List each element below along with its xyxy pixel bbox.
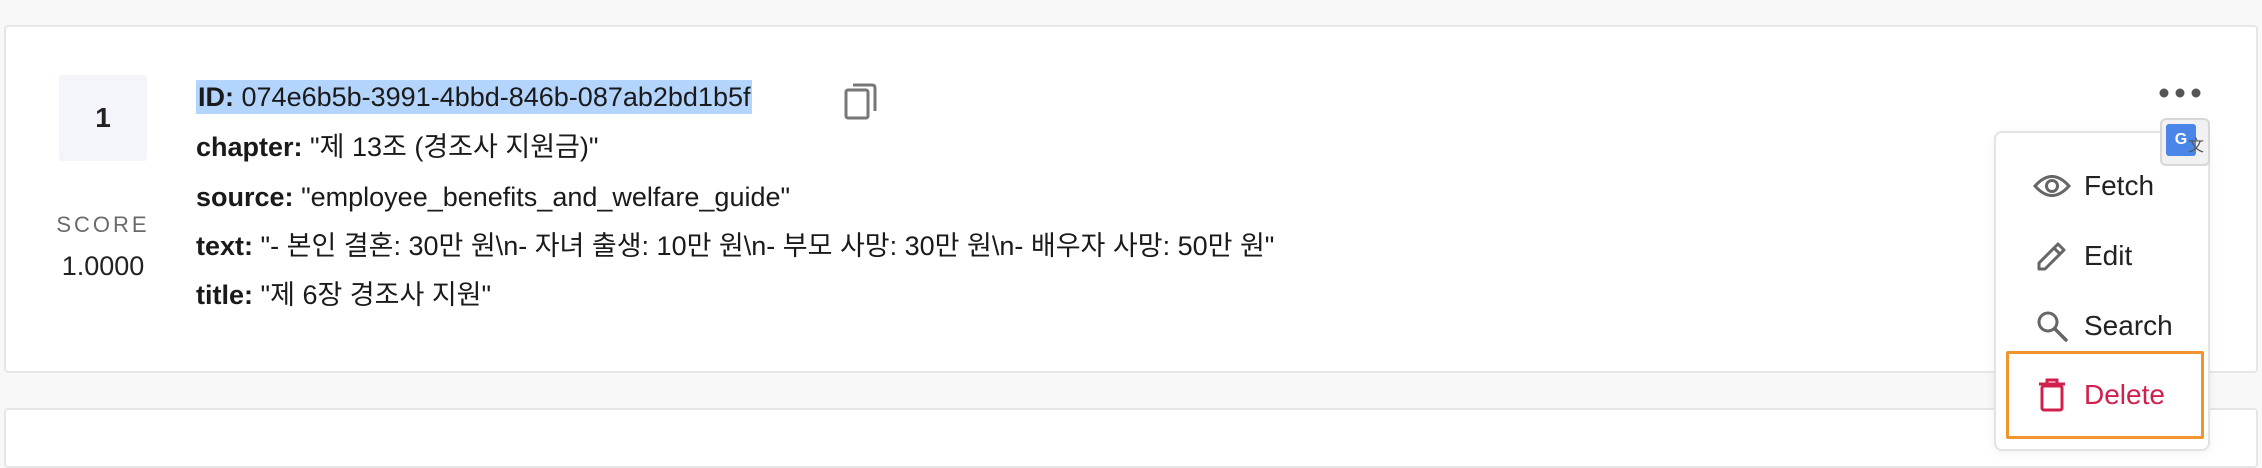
field-id: ID: 074e6b5b-3991-4bbd-846b-087ab2bd1b5f [196, 79, 877, 120]
menu-item-label: Search [2084, 310, 2173, 341]
translate-extension-icon[interactable]: G 文 [2160, 118, 2210, 166]
field-source: source: "employee_benefits_and_welfare_g… [196, 179, 790, 215]
copy-icon[interactable] [844, 83, 878, 121]
field-key: ID: [198, 82, 234, 112]
trash-icon [2032, 375, 2072, 415]
score-value: 1.0000 [61, 251, 145, 281]
search-icon [2032, 306, 2072, 346]
field-chapter: chapter: "제 13조 (경조사 지원금)" [196, 129, 598, 165]
field-title: title: "제 6장 경조사 지원" [196, 277, 491, 313]
field-value: "- 본인 결혼: 30만 원\n- 자녀 출생: 10만 원\n- 부모 사망… [260, 231, 1275, 261]
actions-menu: Fetch Edit Search Delete [1994, 131, 2210, 451]
menu-item-edit[interactable]: Edit [1996, 223, 2208, 289]
score-label: SCORE [56, 212, 150, 237]
field-key: chapter: [196, 132, 303, 162]
menu-item-label: Edit [2084, 240, 2133, 271]
field-value: "제 6장 경조사 지원" [260, 280, 492, 310]
more-options-icon[interactable] [2157, 81, 2203, 105]
menu-item-label: Delete [2084, 379, 2165, 410]
next-result-card [4, 408, 2258, 468]
field-value: "제 13조 (경조사 지원금)" [310, 132, 599, 162]
menu-item-search[interactable]: Search [1996, 293, 2208, 359]
field-text: text: "- 본인 결혼: 30만 원\n- 자녀 출생: 10만 원\n-… [196, 228, 1274, 264]
id-value-selection[interactable]: ID: 074e6b5b-3991-4bbd-846b-087ab2bd1b5f [196, 80, 753, 114]
rank-badge: 1 [59, 75, 147, 161]
field-value: 074e6b5b-3991-4bbd-846b-087ab2bd1b5f [241, 82, 751, 112]
field-value: "employee_benefits_and_welfare_guide" [301, 182, 791, 212]
pencil-icon [2032, 236, 2072, 276]
eye-icon [2032, 166, 2072, 206]
translate-glyph-icon: 文 [2188, 138, 2205, 155]
result-card: 1 SCORE 1.0000 ID: 074e6b5b-3991-4bbd-84… [4, 25, 2258, 373]
field-key: text: [196, 231, 254, 261]
menu-item-delete[interactable]: Delete [2006, 351, 2204, 439]
field-key: source: [196, 182, 294, 212]
field-key: title: [196, 280, 253, 310]
menu-item-label: Fetch [2084, 170, 2155, 201]
